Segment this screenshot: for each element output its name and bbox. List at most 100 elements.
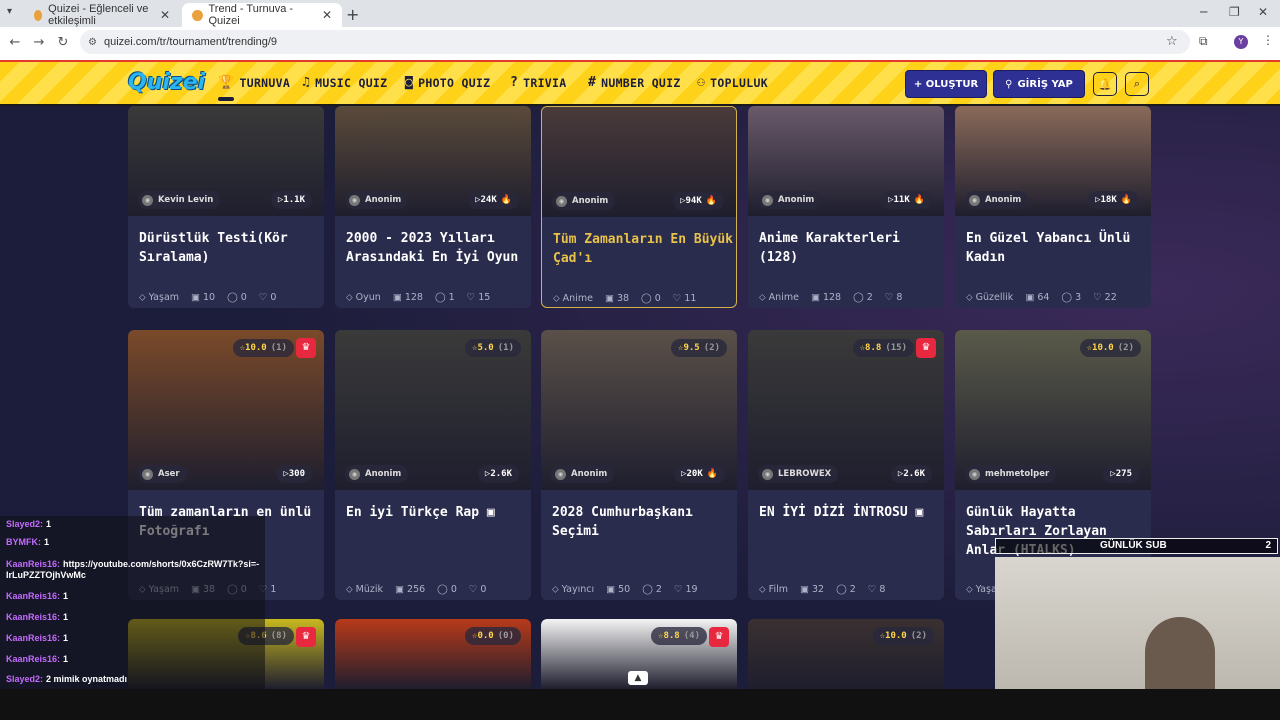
notification-bell-icon[interactable]: 🔔 (1093, 72, 1117, 96)
window-close-icon[interactable]: ✕ (1258, 5, 1268, 19)
comment-icon: ◯ (836, 584, 850, 595)
author-badge[interactable]: ◉ Aser (138, 465, 187, 483)
fire-icon: 🔥 (913, 195, 925, 205)
tab-search-icon[interactable]: ▾ (7, 6, 12, 17)
card-title[interactable]: En Güzel Yabancı Ünlü Kadın (966, 229, 1146, 267)
card-title[interactable]: EN İYİ DİZİ İNTROSU ▣ (759, 503, 939, 522)
author-name: Anonim (365, 195, 402, 205)
restore-icon[interactable]: ❐ (1229, 5, 1240, 19)
music-note-icon: ♫ (302, 75, 311, 90)
comment-icon: ◯ (227, 292, 241, 303)
forward-icon[interactable]: → (27, 35, 51, 50)
new-tab-icon[interactable]: + (346, 5, 359, 24)
rating-badge: ☆ 0.0 (0) (465, 627, 521, 645)
author-badge[interactable]: ◉ Anonim (758, 191, 822, 209)
fire-icon: 🔥 (1120, 195, 1132, 205)
minimize-icon[interactable]: ─ (1200, 5, 1207, 19)
plays-badge: ▷ 1.1K (270, 191, 312, 209)
author-badge[interactable]: ◉ Anonim (965, 191, 1029, 209)
author-name: Anonim (985, 195, 1022, 205)
author-badge[interactable]: ◉ mehmetolper (965, 465, 1057, 483)
nav-trivia[interactable]: ? TRIVIA (510, 75, 566, 90)
bookmark-star-icon[interactable]: ☆ (1166, 34, 1178, 49)
nav-topluluk[interactable]: ⚇ TOPLULUK (697, 75, 768, 90)
avatar: ◉ (556, 195, 567, 207)
create-button[interactable]: + OLUŞTUR (905, 70, 987, 98)
heart-icon: ♡ (884, 292, 897, 303)
site-header: Quizei 🏆 TURNUVA ♫ MUSIC QUIZ ◙ PHOTO QUIZ … (0, 60, 1280, 106)
tournament-card[interactable]: ◉ Anonim ▷ 11K 🔥 Anime Karakterleri (128) ⬦ A… (748, 106, 944, 308)
plays-badge: ▷ 275 (1103, 465, 1139, 483)
toolbar: ← → ↻ ⚙ quizei.com/tr/tournament/trendin… (0, 27, 1280, 57)
questions-icon: ▣ (395, 584, 408, 595)
close-icon[interactable]: ✕ (322, 8, 332, 22)
extensions-icon[interactable]: ⧉ (1199, 34, 1208, 49)
card-meta: ⬦ Film ▣ 32 ◯ 2 ♡ 8 (759, 584, 886, 595)
heart-icon: ♡ (466, 292, 479, 303)
hash-icon: # (588, 75, 597, 90)
nav-number-quiz[interactable]: # NUMBER QUIZ (588, 75, 681, 90)
questions-icon: ▣ (799, 584, 812, 595)
card-title[interactable]: 2000 - 2023 Yılları Arasındaki En İyi Oy… (346, 229, 526, 267)
site-info-icon[interactable]: ⚙ (88, 37, 97, 48)
author-name: Kevin Levin (158, 195, 214, 205)
card-title[interactable]: Dürüstlük Testi(Kör Sıralama) (139, 229, 319, 267)
tournament-card[interactable]: ◉ Anonim ▷ 94K 🔥 Tüm Zamanların En Büyük Çad… (541, 106, 737, 308)
card-title[interactable]: Anime Karakterleri (128) (759, 229, 939, 267)
card-title[interactable]: Tüm Zamanların En Büyük Çad'ı (553, 230, 733, 268)
chat-message: KaanReis16: https://youtube.com/shorts/0x… (6, 559, 260, 580)
comment-icon: ◯ (642, 584, 656, 595)
questions-icon: ▣ (191, 292, 204, 303)
camera-icon: ◙ (405, 75, 414, 90)
nav-photo-quiz[interactable]: ◙ PHOTO QUIZ (405, 75, 490, 90)
author-badge[interactable]: ◉ Anonim (345, 191, 409, 209)
tab-quizei-home[interactable]: Quizei - Eğlenceli ve etkileşimli ✕ (24, 3, 180, 27)
scroll-top-icon[interactable]: ▲ (628, 671, 648, 685)
card-title[interactable]: En iyi Türkçe Rap ▣ (346, 503, 526, 522)
quizei-logo[interactable]: Quizei (128, 70, 205, 95)
tournament-card[interactable]: ◉ Anonim ▷ 18K 🔥 En Güzel Yabancı Ünlü Kadın… (955, 106, 1151, 308)
author-name: mehmetolper (985, 469, 1050, 479)
users-icon: ⚇ (697, 75, 706, 90)
author-badge[interactable]: ◉ Anonim (345, 465, 409, 483)
tournament-card[interactable]: ☆ 9.5 (2) ◉ Anonim ▷ 20K 🔥 2028 Cumhurbaşkanı … (541, 330, 737, 600)
stream-bottom-bar (0, 689, 1280, 720)
daily-sub-counter: GÜNLÜK SUB 2 (995, 538, 1278, 554)
author-badge[interactable]: ◉ Anonim (551, 465, 615, 483)
card-meta: ⬦ Anime ▣ 38 ◯ 0 ♡ 11 (553, 293, 697, 304)
reload-icon[interactable]: ↻ (51, 35, 75, 50)
plays-badge: ▷ 2.6K (477, 465, 519, 483)
tournament-card[interactable]: ◉ Kevin Levin ▷ 1.1K Dürüstlük Testi(Kör Sı… (128, 106, 324, 308)
search-icon[interactable]: ⌕ (1125, 72, 1149, 96)
tournament-card[interactable]: ◉ Anonim ▷ 24K 🔥 2000 - 2023 Yılları Arasınd… (335, 106, 531, 308)
author-badge[interactable]: ◉ Anonim (552, 192, 616, 210)
rating-badge: ☆ 8.8 (15) (852, 339, 914, 357)
back-icon[interactable]: ← (3, 35, 27, 50)
plays-badge: ▷ 20K 🔥 (674, 465, 725, 483)
questions-icon: ▣ (604, 293, 617, 304)
address-bar[interactable]: ⚙ quizei.com/tr/tournament/trending/9 (80, 30, 1190, 54)
crown-icon: ♛ (916, 338, 936, 358)
author-name: Anonim (365, 469, 402, 479)
profile-avatar[interactable]: Y (1234, 35, 1248, 49)
card-title[interactable]: 2028 Cumhurbaşkanı Seçimi (552, 503, 732, 541)
tournament-card[interactable]: ☆ 5.0 (1) ◉ Anonim ▷ 2.6K En iyi Türkçe Rap ▣… (335, 330, 531, 600)
avatar: ◉ (142, 194, 153, 206)
crown-icon: ♛ (709, 627, 729, 647)
login-button[interactable]: ⚲ GİRİŞ YAP (993, 70, 1085, 98)
tournament-card[interactable]: ☆ 8.8 (15) ♛ ◉ LEBROWEX ▷ 2.6K EN İYİ DİZİ İNT… (748, 330, 944, 600)
tab-trend[interactable]: Trend - Turnuva - Quizei ✕ (182, 3, 342, 27)
rating-badge: ☆ 10.0 (2) (872, 627, 934, 645)
question-bubble-icon: ? (510, 75, 519, 90)
tag-icon: ⬦ (139, 292, 149, 303)
author-badge[interactable]: ◉ LEBROWEX (758, 465, 839, 483)
nav-turnuva[interactable]: 🏆 TURNUVA (218, 75, 290, 101)
author-badge[interactable]: ◉ Kevin Levin (138, 191, 221, 209)
questions-icon: ▣ (810, 292, 823, 303)
plays-badge: ▷ 11K 🔥 (881, 191, 932, 209)
close-icon[interactable]: ✕ (160, 8, 170, 22)
avatar: ◉ (349, 194, 360, 206)
fire-icon: 🔥 (706, 469, 718, 479)
nav-music-quiz[interactable]: ♫ MUSIC QUIZ (302, 75, 387, 90)
menu-kebab-icon[interactable]: ⋮ (1262, 33, 1274, 47)
